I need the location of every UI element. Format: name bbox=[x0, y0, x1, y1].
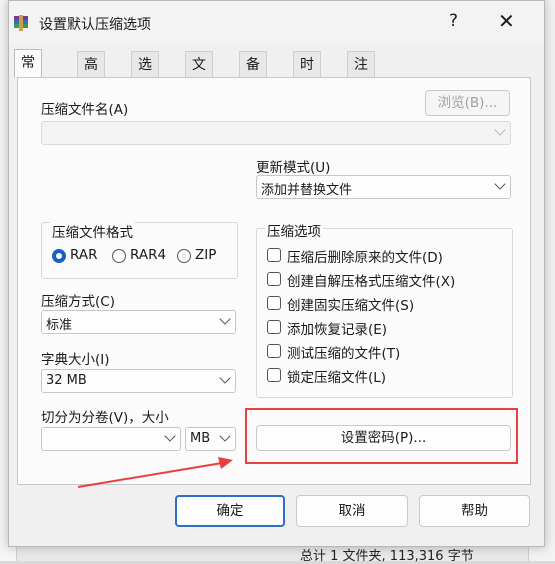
annotation-arrow-icon bbox=[77, 457, 233, 488]
